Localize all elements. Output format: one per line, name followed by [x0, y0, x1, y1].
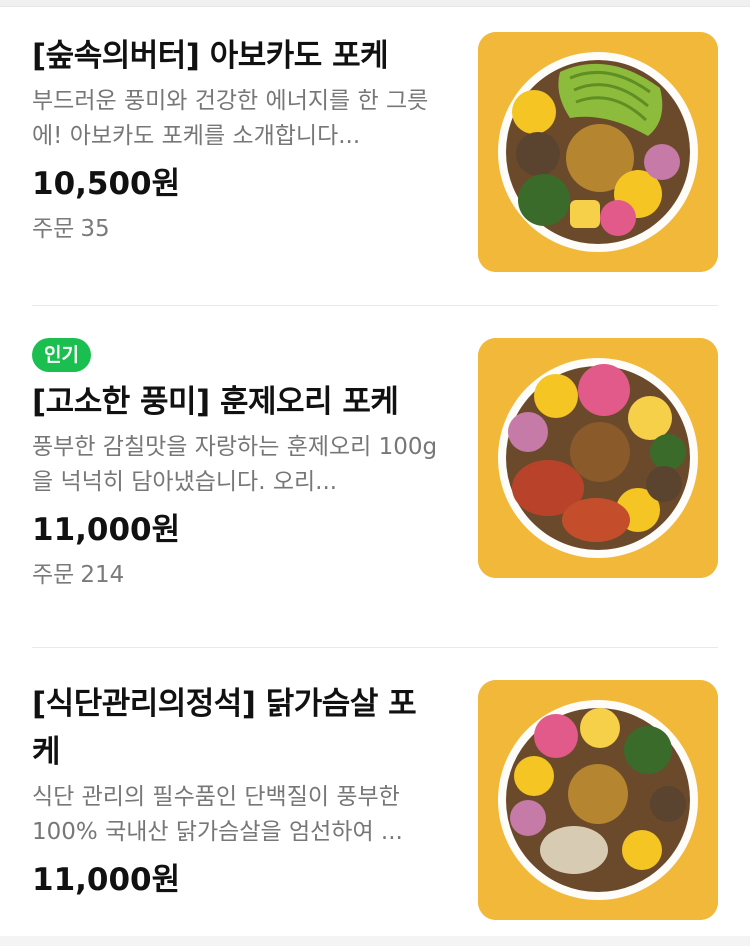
menu-item-orders: 주문 35: [32, 212, 444, 246]
menu-item-title: [숲속의버터] 아보카도 포케: [32, 38, 389, 74]
menu-item-price: 10,500원: [32, 166, 181, 202]
popular-badge: 인기: [32, 338, 91, 372]
chicken-breast-poke-bowl-photo[interactable]: [478, 680, 718, 920]
orders-count: 214: [80, 562, 125, 588]
orders-label: 주문: [32, 562, 75, 588]
menu-item-orders: 주문 214: [32, 558, 444, 592]
row-divider: [32, 647, 718, 648]
top-divider: [0, 0, 750, 7]
bowl-illustration: [478, 338, 718, 578]
menu-item-title: [식단관리의정석] 닭가슴살 포케: [32, 686, 417, 770]
bowl-illustration: [478, 32, 718, 272]
menu-item-smoked-duck-poke[interactable]: 인기 [고소한 풍미] 훈제오리 포케 풍부한 감칠맛을 자랑하는 훈제오리 1…: [32, 338, 718, 620]
orders-label: 주문: [32, 216, 75, 242]
orders-count: 35: [80, 216, 110, 242]
avocado-poke-bowl-photo[interactable]: [478, 32, 718, 272]
menu-item-price: 11,000원: [32, 862, 181, 898]
menu-item-description: 식단 관리의 필수품인 단백질이 풍부한 100% 국내산 닭가슴살을 엄선하여…: [32, 784, 403, 845]
menu-item-text: [식단관리의정석] 닭가슴살 포케 식단 관리의 필수품인 단백질이 풍부한 1…: [32, 680, 444, 902]
menu-item-avocado-poke[interactable]: [숲속의버터] 아보카도 포케 부드러운 풍미와 건강한 에너지를 한 그릇에!…: [32, 32, 718, 277]
menu-item-text: [숲속의버터] 아보카도 포케 부드러운 풍미와 건강한 에너지를 한 그릇에!…: [32, 32, 444, 246]
bowl-illustration: [478, 680, 718, 920]
smoked-duck-poke-bowl-photo[interactable]: [478, 338, 718, 578]
menu-item-text: 인기 [고소한 풍미] 훈제오리 포케 풍부한 감칠맛을 자랑하는 훈제오리 1…: [32, 338, 444, 592]
row-divider: [32, 305, 718, 306]
menu-item-description: 부드러운 풍미와 건강한 에너지를 한 그릇에! 아보카도 포케를 소개합니다.…: [32, 88, 429, 149]
menu-item-price: 11,000원: [32, 512, 181, 548]
menu-item-chicken-breast-poke[interactable]: [식단관리의정석] 닭가슴살 포케 식단 관리의 필수품인 단백질이 풍부한 1…: [32, 680, 718, 946]
bottom-edge: [0, 936, 750, 946]
menu-item-title: [고소한 풍미] 훈제오리 포케: [32, 384, 399, 420]
menu-item-description: 풍부한 감칠맛을 자랑하는 훈제오리 100g을 넉넉히 담아냈습니다. 오리.…: [32, 434, 438, 495]
